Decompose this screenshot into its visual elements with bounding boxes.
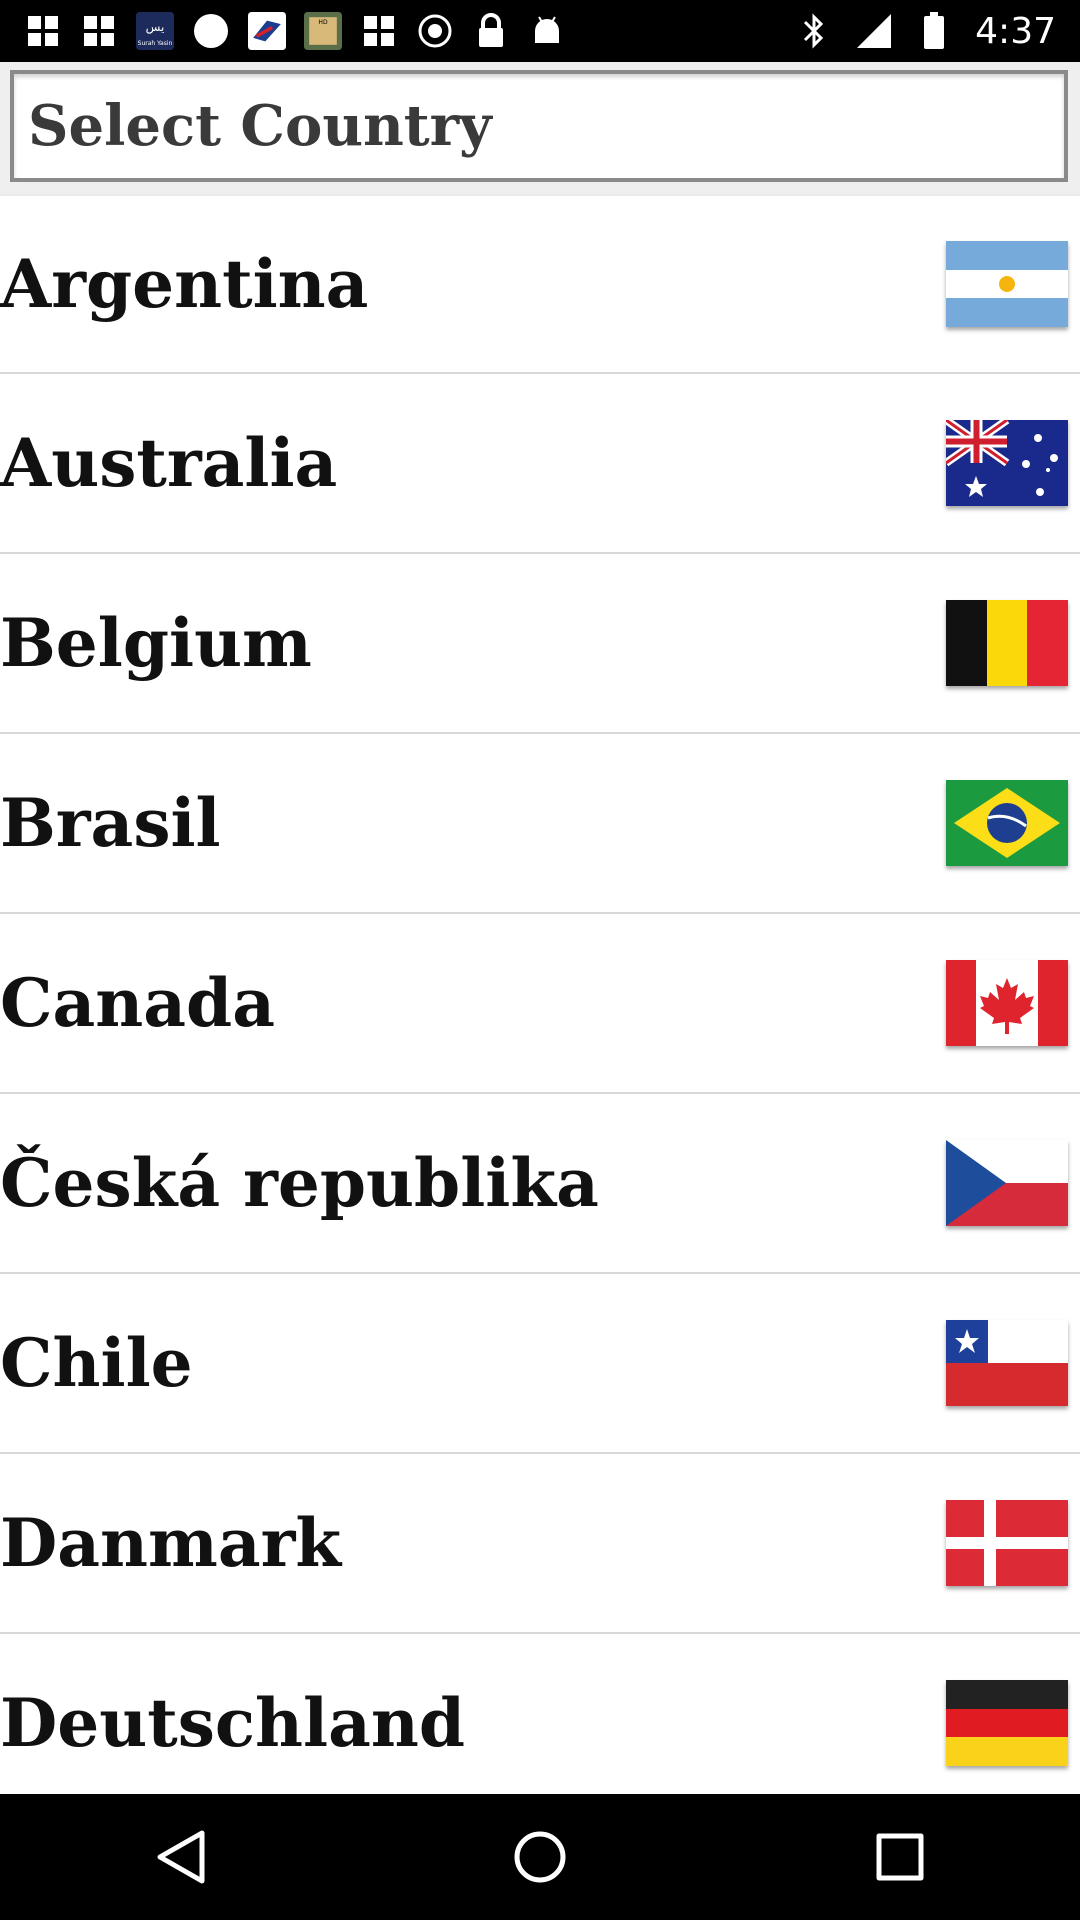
country-name: Canada (0, 964, 275, 1042)
svg-text:يس: يس (146, 20, 165, 35)
list-item[interactable]: Argentina (0, 194, 1080, 374)
australia-flag-icon (946, 420, 1068, 506)
country-name: Chile (0, 1324, 193, 1402)
hd-photo-app-icon: HD (304, 12, 342, 50)
navigation-bar (0, 1794, 1080, 1920)
list-item[interactable]: Deutschland (0, 1634, 1080, 1814)
list-item[interactable]: Brasil (0, 734, 1080, 914)
home-button[interactable] (480, 1807, 600, 1907)
list-item[interactable]: Danmark (0, 1454, 1080, 1634)
country-name: Česká republika (0, 1144, 599, 1222)
list-item[interactable]: Canada (0, 914, 1080, 1094)
svg-text:HD: HD (318, 19, 328, 26)
list-item[interactable]: Česká republika (0, 1094, 1080, 1274)
back-icon (157, 1830, 205, 1884)
list-item[interactable]: Belgium (0, 554, 1080, 734)
country-name: Brasil (0, 784, 221, 862)
canada-flag-icon (946, 960, 1068, 1046)
recents-button[interactable] (840, 1807, 960, 1907)
belgium-flag-icon (946, 600, 1068, 686)
signal-icon (855, 12, 893, 50)
brazil-flag-icon (946, 780, 1068, 866)
grid-icon (24, 12, 62, 50)
search-box[interactable] (10, 70, 1068, 182)
country-name: Danmark (0, 1504, 342, 1582)
recents-icon (876, 1833, 924, 1881)
home-icon (514, 1831, 566, 1883)
lock-icon (472, 12, 510, 50)
airline-app-icon (248, 12, 286, 50)
list-item[interactable]: Australia (0, 374, 1080, 554)
notification-icons: يس Surah Yasin HD (0, 12, 566, 50)
circle-icon (192, 12, 230, 50)
country-name: Argentina (0, 245, 369, 323)
update-icon (416, 12, 454, 50)
country-list: Argentina Australia Belgium Brasil Canad… (0, 194, 1080, 1814)
czech-flag-icon (946, 1140, 1068, 1226)
android-icon (528, 12, 566, 50)
germany-flag-icon (946, 1680, 1068, 1766)
clock: 4:37 (975, 10, 1056, 52)
country-name: Belgium (0, 604, 312, 682)
bluetooth-icon (795, 12, 833, 50)
country-name: Deutschland (0, 1684, 465, 1762)
argentina-flag-icon (946, 241, 1068, 327)
denmark-flag-icon (946, 1500, 1068, 1586)
search-header (0, 62, 1080, 194)
grid-icon (80, 12, 118, 50)
back-button[interactable] (120, 1807, 240, 1907)
sarah-yasin-app-icon: يس Surah Yasin (136, 12, 174, 50)
svg-text:Surah Yasin: Surah Yasin (138, 40, 173, 47)
chile-flag-icon (946, 1320, 1068, 1406)
grid-icon (360, 12, 398, 50)
battery-icon (915, 12, 953, 50)
status-bar: يس Surah Yasin HD 4:37 (0, 0, 1080, 62)
country-name: Australia (0, 424, 338, 502)
search-input[interactable] (14, 74, 1064, 178)
list-item[interactable]: Chile (0, 1274, 1080, 1454)
system-icons: 4:37 (795, 11, 1080, 52)
